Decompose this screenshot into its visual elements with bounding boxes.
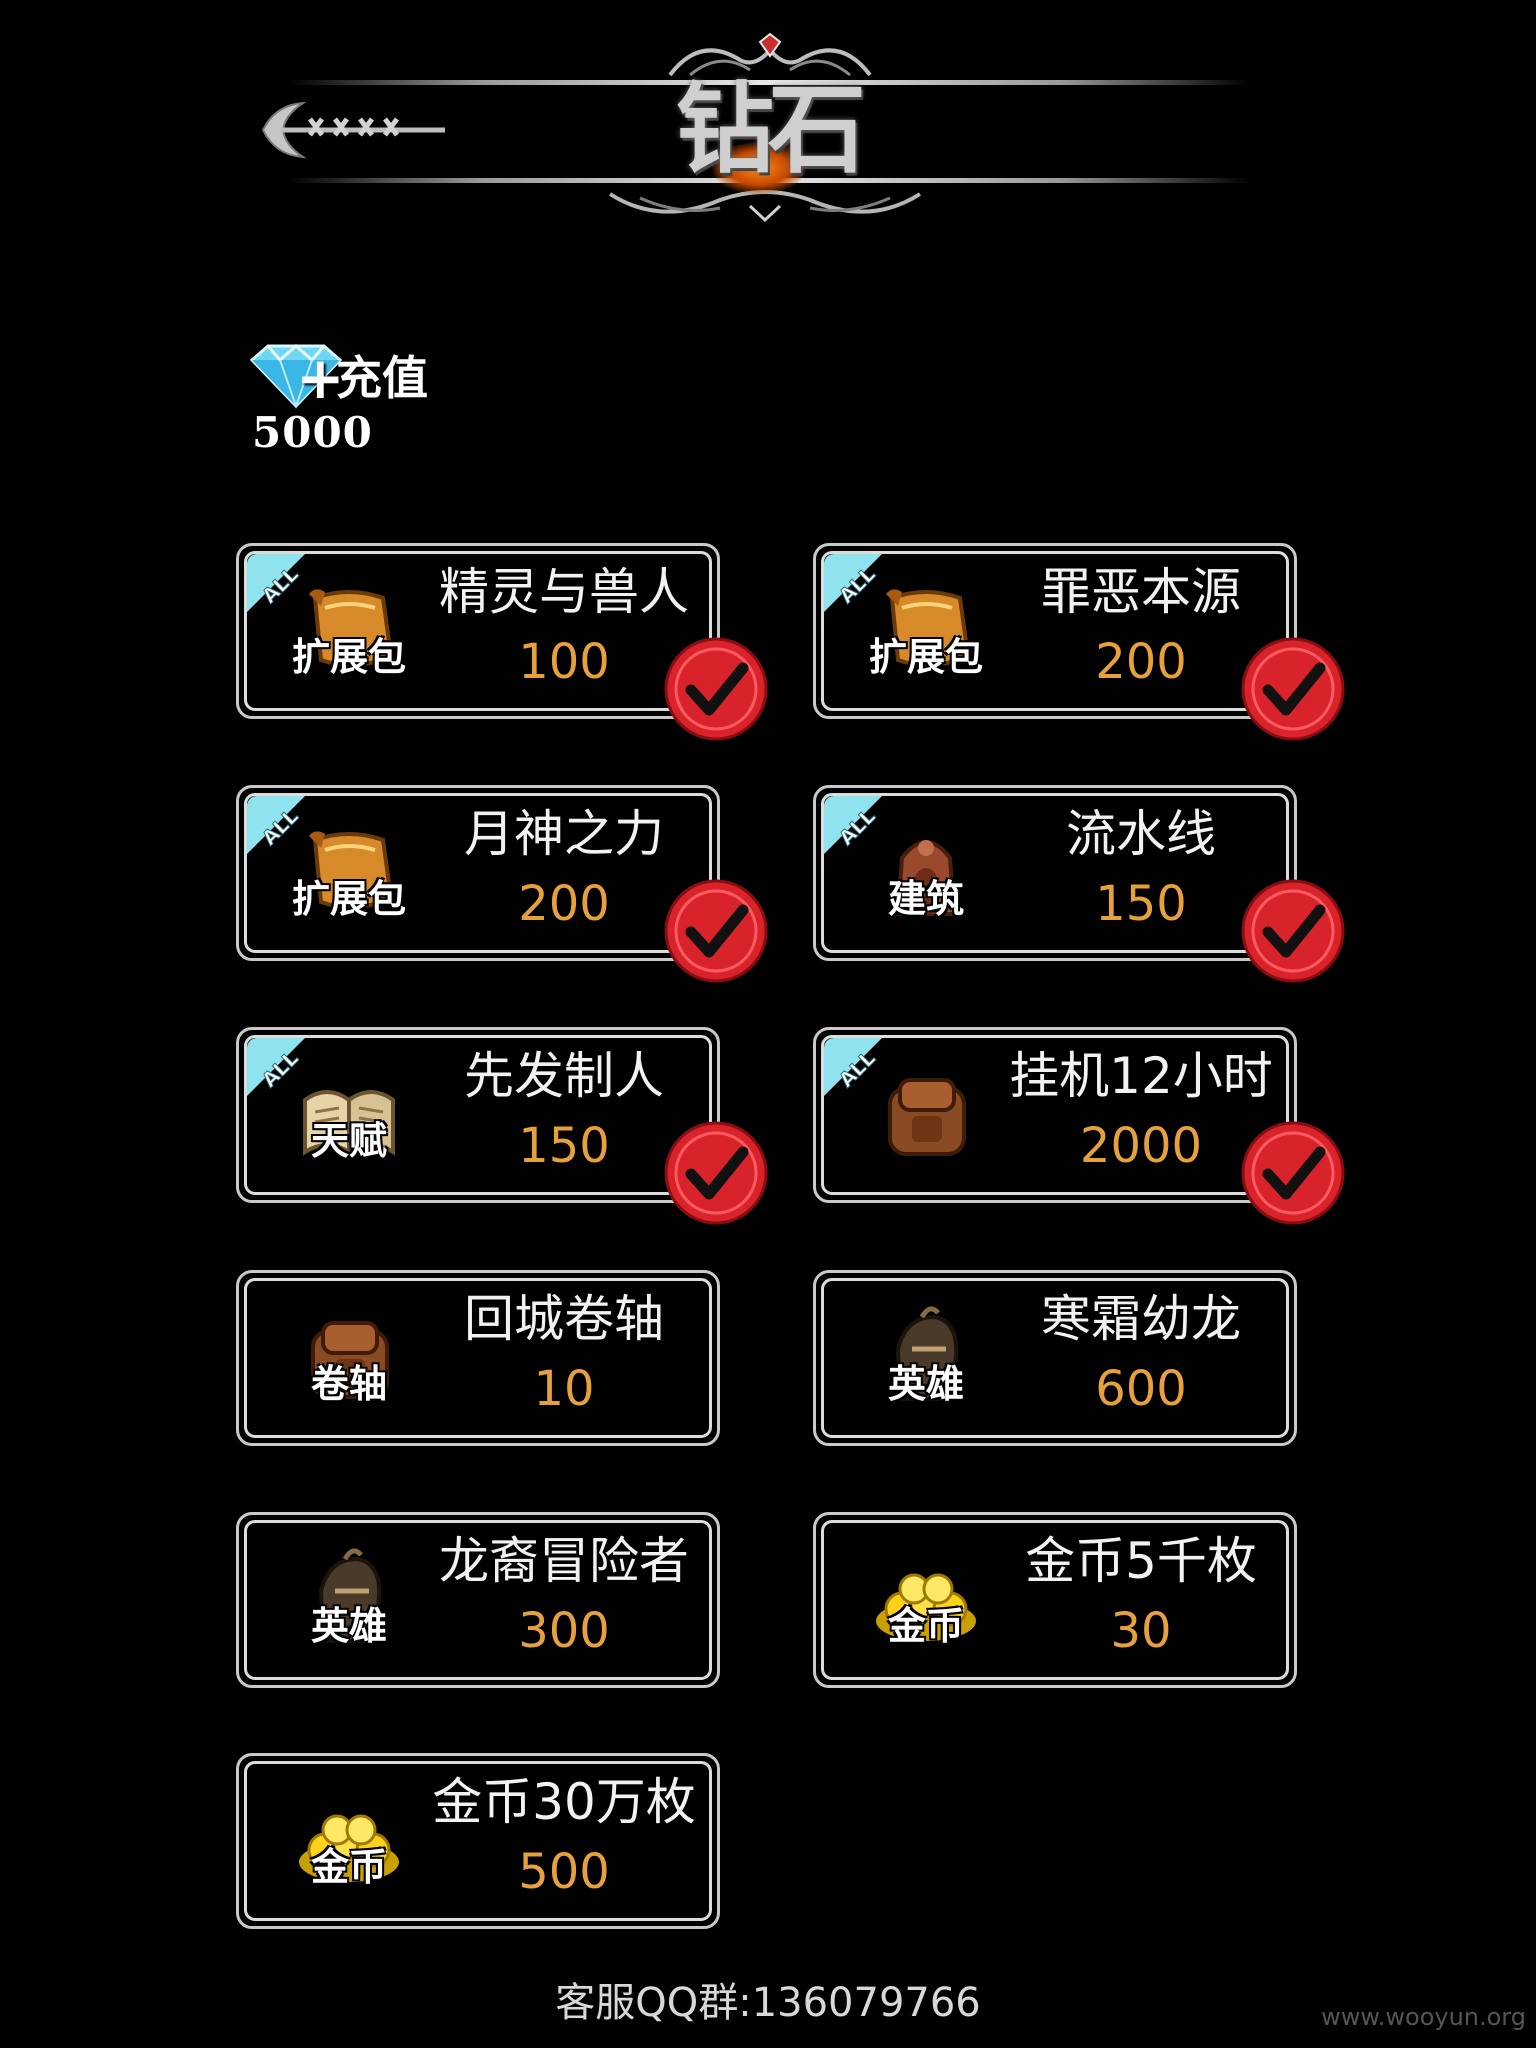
- purchased-seal-icon: [664, 879, 768, 983]
- item-price: 30: [1110, 1603, 1172, 1659]
- shop-item[interactable]: ALL 扩展包 月神之力 200: [236, 785, 768, 983]
- backpack-icon: [888, 1078, 966, 1156]
- item-category: 英雄: [887, 1361, 964, 1406]
- shop-item[interactable]: 金币 金币30万枚 500: [236, 1753, 720, 1929]
- item-category: 金币: [310, 1844, 387, 1889]
- shop-item[interactable]: ALL 挂机12小时 2000: [813, 1027, 1345, 1225]
- item-name: 罪恶本源: [1041, 563, 1241, 621]
- item-name: 先发制人: [464, 1047, 664, 1105]
- shop-item[interactable]: 卷轴 回城卷轴 10: [236, 1270, 720, 1446]
- purchased-seal-icon: [1241, 637, 1345, 741]
- item-price: 300: [518, 1603, 610, 1659]
- item-category: 卷轴: [310, 1361, 387, 1406]
- item-name: 月神之力: [464, 805, 664, 863]
- shop-item[interactable]: ALL 天赋 先发制人 150: [236, 1027, 768, 1225]
- item-name: 挂机12小时: [1009, 1047, 1273, 1105]
- watermark: www.wooyun.org: [1321, 2003, 1526, 2031]
- shop-item[interactable]: 英雄 寒霜幼龙 600: [813, 1270, 1297, 1446]
- item-category: 金币: [887, 1603, 964, 1648]
- item-price: 500: [518, 1844, 610, 1900]
- item-category: 建筑: [887, 876, 964, 921]
- item-price: 10: [533, 1361, 595, 1417]
- item-name: 金币30万枚: [432, 1773, 696, 1831]
- item-category: 扩展包: [291, 876, 406, 921]
- item-category: 天赋: [310, 1118, 387, 1163]
- diamond-shop-screen: 钻石 + 充值 5000 ALL 扩展包 精灵与兽人 100 ALL 扩展包 罪…: [0, 0, 1536, 2048]
- purchased-seal-icon: [1241, 1121, 1345, 1225]
- back-arrow-icon: [261, 101, 445, 159]
- item-name: 金币5千枚: [1025, 1532, 1257, 1590]
- header: 钻石: [0, 0, 1536, 250]
- purchased-seal-icon: [664, 637, 768, 741]
- shop-item[interactable]: ALL 扩展包 精灵与兽人 100: [236, 543, 768, 741]
- item-name: 精灵与兽人: [439, 563, 689, 621]
- purchased-seal-icon: [664, 1121, 768, 1225]
- shop-item[interactable]: ALL 扩展包 罪恶本源 200: [813, 543, 1345, 741]
- shop-item[interactable]: ALL 建筑 流水线 150: [813, 785, 1345, 983]
- item-name: 寒霜幼龙: [1041, 1290, 1241, 1348]
- item-name: 回城卷轴: [464, 1290, 664, 1348]
- item-name: 龙裔冒险者: [439, 1532, 689, 1590]
- shop-item[interactable]: 英雄 龙裔冒险者 300: [236, 1512, 720, 1688]
- item-name: 流水线: [1066, 805, 1216, 863]
- customer-service-text: 客服QQ群:136079766: [555, 1980, 981, 2026]
- item-category: 扩展包: [868, 634, 983, 679]
- item-price: 600: [1095, 1361, 1187, 1417]
- item-category: 扩展包: [291, 634, 406, 679]
- item-category: 英雄: [310, 1603, 387, 1648]
- diamond-balance: 5000: [252, 408, 373, 457]
- recharge-button[interactable]: + 充值: [248, 340, 468, 410]
- shop-item[interactable]: 金币 金币5千枚 30: [813, 1512, 1297, 1688]
- page-title: 钻石: [675, 72, 866, 187]
- recharge-label: 充值: [336, 351, 428, 405]
- back-button[interactable]: [255, 95, 455, 165]
- purchased-seal-icon: [1241, 879, 1345, 983]
